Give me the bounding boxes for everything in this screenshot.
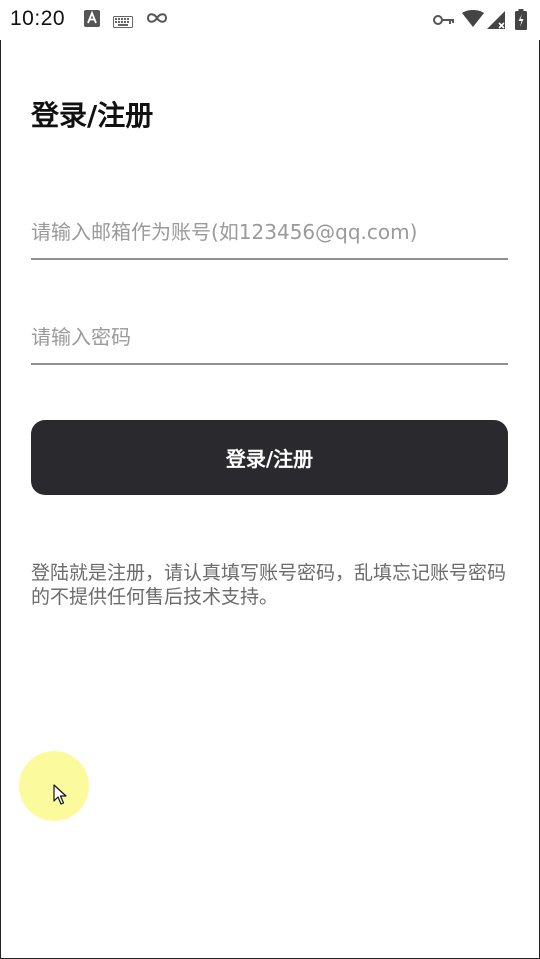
email-field[interactable] [31,206,508,260]
status-bar: 10:20 [0,0,540,40]
login-register-button[interactable]: 登录/注册 [31,420,508,495]
signal-icon [487,10,507,34]
a-notification-icon [84,10,100,31]
keyboard-icon [113,13,133,32]
login-register-button-label: 登录/注册 [225,447,314,471]
battery-icon [515,9,527,34]
email-input[interactable] [31,206,508,258]
mouse-cursor-icon [53,784,67,810]
registration-notice: 登陆就是注册，请认真填写账号密码，乱填忘记账号密码的不提供任何售后技术支持。 [31,562,507,608]
password-input[interactable] [31,311,508,363]
wifi-icon [462,10,484,32]
link-icon [146,10,168,30]
page-title: 登录/注册 [31,99,154,132]
password-field[interactable] [31,311,508,365]
status-time: 10:20 [10,7,66,30]
key-icon [433,12,455,31]
